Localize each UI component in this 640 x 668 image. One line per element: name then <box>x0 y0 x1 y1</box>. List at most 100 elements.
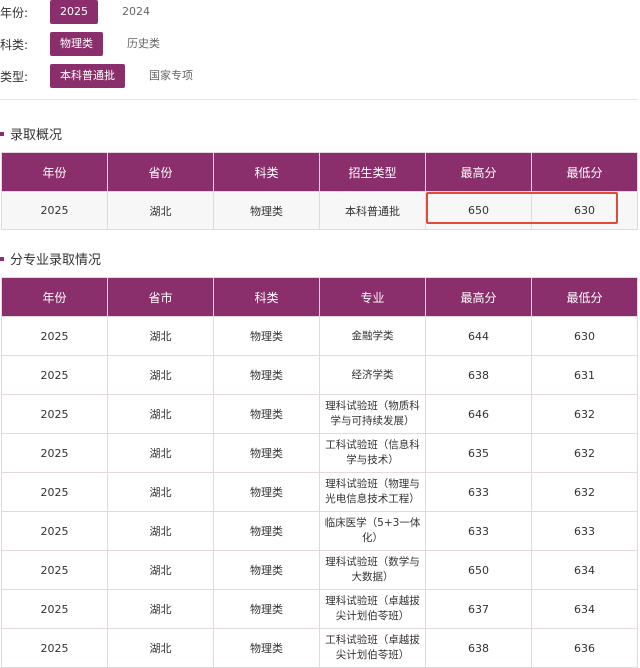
table-row: 2025 湖北 物理类 理科试验班（数学与大数据） 650 634 <box>1 550 638 590</box>
overview-header-cell: 招生类型 <box>319 152 426 192</box>
table-cell-max-score: 644 <box>425 316 532 356</box>
table-cell-major: 经济学类 <box>319 355 426 395</box>
table-cell-min-score: 632 <box>531 433 638 473</box>
category-option-history[interactable]: 历史类 <box>117 32 170 56</box>
table-cell: 本科普通批 <box>319 191 426 230</box>
table-cell-min-score: 631 <box>531 355 638 395</box>
table-cell: 2025 <box>1 191 108 230</box>
table-row: 2025 湖北 物理类 理科试验班（物理与光电信息技术工程） 633 632 <box>1 472 638 512</box>
table-cell: 物理类 <box>213 550 320 590</box>
table-cell: 物理类 <box>213 472 320 512</box>
table-cell: 2025 <box>1 511 108 551</box>
section-bullet-icon <box>0 256 4 261</box>
type-option-regular[interactable]: 本科普通批 <box>50 64 125 88</box>
table-row: 2025 湖北 物理类 工科试验班（卓越拔尖计划伯苓班） 638 636 <box>1 628 638 668</box>
overview-row: 2025 湖北 物理类 本科普通批 650 630 <box>1 191 638 230</box>
table-cell: 湖北 <box>107 316 214 356</box>
table-cell: 物理类 <box>213 316 320 356</box>
table-cell-major: 理科试验班（物质科学与可持续发展） <box>319 394 426 434</box>
filter-divider <box>0 99 638 100</box>
table-cell: 湖北 <box>107 589 214 629</box>
table-cell-min-score: 633 <box>531 511 638 551</box>
table-cell-max-score: 635 <box>425 433 532 473</box>
table-cell: 物理类 <box>213 355 320 395</box>
majors-header-cell: 年份 <box>1 277 108 317</box>
filter-row-category: 科类: 物理类 历史类 <box>0 32 184 56</box>
table-cell: 物理类 <box>213 433 320 473</box>
table-cell: 2025 <box>1 316 108 356</box>
majors-header-row: 年份 省市 科类 专业 最高分 最低分 <box>1 277 638 317</box>
table-cell-min-score: 636 <box>531 628 638 668</box>
overview-header-row: 年份 省份 科类 招生类型 最高分 最低分 <box>1 152 638 192</box>
table-cell-major: 理科试验班（物理与光电信息技术工程） <box>319 472 426 512</box>
overview-header-cell: 年份 <box>1 152 108 192</box>
table-cell-max-score: 638 <box>425 628 532 668</box>
table-cell-min-score: 630 <box>531 316 638 356</box>
table-row: 2025 湖北 物理类 金融学类 644 630 <box>1 316 638 356</box>
table-cell-major: 理科试验班（卓越拔尖计划伯苓班） <box>319 589 426 629</box>
table-cell: 2025 <box>1 472 108 512</box>
table-cell: 物理类 <box>213 511 320 551</box>
type-option-national[interactable]: 国家专项 <box>139 64 203 88</box>
category-option-physics[interactable]: 物理类 <box>50 32 103 56</box>
filter-panel: 年份: 2025 2024 科类: 物理类 历史类 类型: 本科普通批 国家专项 <box>0 0 640 92</box>
table-cell-max-score: 650 <box>425 550 532 590</box>
table-cell: 湖北 <box>107 511 214 551</box>
table-cell-major: 理科试验班（数学与大数据） <box>319 550 426 590</box>
overview-header-cell: 省份 <box>107 152 214 192</box>
majors-header-cell: 最低分 <box>531 277 638 317</box>
filter-row-type: 类型: 本科普通批 国家专项 <box>0 64 217 88</box>
majors-header-cell: 最高分 <box>425 277 532 317</box>
table-cell: 2025 <box>1 433 108 473</box>
table-cell-max-score: 638 <box>425 355 532 395</box>
filter-label-year: 年份: <box>0 5 29 20</box>
table-cell-min-score: 634 <box>531 550 638 590</box>
table-cell-max-score: 637 <box>425 589 532 629</box>
majors-header-cell: 专业 <box>319 277 426 317</box>
table-cell-max-score: 646 <box>425 394 532 434</box>
year-option-2024[interactable]: 2024 <box>112 0 160 24</box>
table-cell-min-score: 630 <box>531 191 638 230</box>
table-cell-min-score: 632 <box>531 394 638 434</box>
section-bullet-icon <box>0 131 4 136</box>
majors-header-cell: 省市 <box>107 277 214 317</box>
table-cell-min-score: 634 <box>531 589 638 629</box>
table-cell: 湖北 <box>107 433 214 473</box>
overview-title-text: 录取概况 <box>10 128 63 143</box>
table-row: 2025 湖北 物理类 经济学类 638 631 <box>1 355 638 395</box>
table-cell: 2025 <box>1 589 108 629</box>
overview-section-title: 录取概况 <box>0 124 62 143</box>
majors-title-text: 分专业录取情况 <box>10 253 102 268</box>
table-cell: 物理类 <box>213 191 320 230</box>
table-cell-max-score: 633 <box>425 511 532 551</box>
filter-label-category: 科类: <box>0 37 29 52</box>
filter-label-type: 类型: <box>0 69 29 84</box>
table-cell: 湖北 <box>107 191 214 230</box>
table-cell: 湖北 <box>107 628 214 668</box>
table-cell-max-score: 650 <box>425 191 532 230</box>
table-cell-max-score: 633 <box>425 472 532 512</box>
majors-table: 年份 省市 科类 专业 最高分 最低分 2025 湖北 物理类 金融学类 644… <box>1 277 638 668</box>
majors-header-cell: 科类 <box>213 277 320 317</box>
table-cell: 湖北 <box>107 472 214 512</box>
table-cell: 2025 <box>1 550 108 590</box>
table-row: 2025 湖北 物理类 临床医学（5+3一体化） 633 633 <box>1 511 638 551</box>
table-row: 2025 湖北 物理类 工科试验班（信息科学与技术） 635 632 <box>1 433 638 473</box>
table-cell-min-score: 632 <box>531 472 638 512</box>
table-cell: 物理类 <box>213 589 320 629</box>
table-cell: 湖北 <box>107 550 214 590</box>
overview-header-cell: 科类 <box>213 152 320 192</box>
table-cell: 物理类 <box>213 628 320 668</box>
majors-section-title: 分专业录取情况 <box>0 249 101 268</box>
table-cell: 2025 <box>1 355 108 395</box>
table-cell: 2025 <box>1 628 108 668</box>
table-row: 2025 湖北 物理类 理科试验班（卓越拔尖计划伯苓班） 637 634 <box>1 589 638 629</box>
year-option-2025[interactable]: 2025 <box>50 0 98 24</box>
overview-header-cell: 最低分 <box>531 152 638 192</box>
table-cell: 2025 <box>1 394 108 434</box>
overview-table: 年份 省份 科类 招生类型 最高分 最低分 2025 湖北 物理类 本科普通批 … <box>1 152 638 230</box>
table-cell: 物理类 <box>213 394 320 434</box>
table-cell-major: 工科试验班（信息科学与技术） <box>319 433 426 473</box>
table-cell-major: 工科试验班（卓越拔尖计划伯苓班） <box>319 628 426 668</box>
table-row: 2025 湖北 物理类 理科试验班（物质科学与可持续发展） 646 632 <box>1 394 638 434</box>
